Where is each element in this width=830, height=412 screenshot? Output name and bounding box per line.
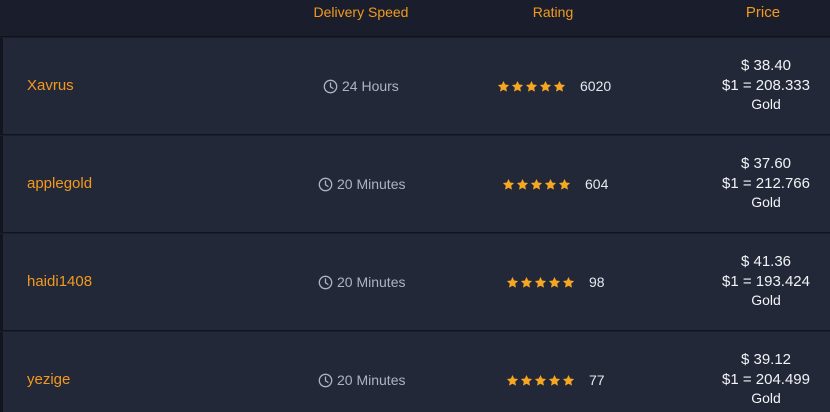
seller-link[interactable]: applegold <box>27 175 92 192</box>
price-amount: $ 38.40 <box>740 57 792 74</box>
exchange-rate: $1 = 212.766 <box>721 174 810 192</box>
rating: 604 <box>502 176 608 192</box>
delivery-speed: 20 Minutes <box>318 274 405 290</box>
seller-link[interactable]: Xavrus <box>27 77 74 94</box>
star-icon <box>558 178 571 191</box>
star-icon <box>506 374 519 387</box>
star-icon <box>520 276 533 289</box>
clock-icon <box>323 79 338 94</box>
seller-link[interactable]: haidi1408 <box>27 273 92 290</box>
header-price[interactable]: Price <box>703 4 823 21</box>
header-rating[interactable]: Rating <box>493 4 613 20</box>
currency-unit: Gold <box>751 292 781 308</box>
star-rating <box>506 374 575 387</box>
delivery-text: 20 Minutes <box>337 372 406 388</box>
seller-link[interactable]: yezige <box>27 371 70 388</box>
star-icon <box>544 178 557 191</box>
delivery-text: 24 Hours <box>342 78 399 94</box>
rating: 77 <box>506 372 605 388</box>
star-icon <box>534 374 547 387</box>
star-icon <box>511 80 524 93</box>
table-header: Delivery Speed Rating Price <box>0 0 830 37</box>
star-icon <box>548 276 561 289</box>
star-icon <box>502 178 515 191</box>
exchange-rate: $1 = 204.499 <box>721 370 810 388</box>
table-row[interactable]: yezige 20 Minutes 77 $ 39.12 $1 = 204.49… <box>0 332 830 412</box>
rating: 6020 <box>497 78 611 94</box>
currency-unit: Gold <box>751 96 781 112</box>
star-rating <box>502 178 571 191</box>
delivery-speed: 20 Minutes <box>318 372 405 388</box>
exchange-rate: $1 = 193.424 <box>721 272 810 290</box>
star-icon <box>530 178 543 191</box>
rating-count: 6020 <box>580 78 612 94</box>
star-rating <box>497 80 566 93</box>
star-icon <box>516 178 529 191</box>
star-icon <box>562 276 575 289</box>
star-icon <box>548 374 561 387</box>
rating-count: 604 <box>585 176 609 192</box>
currency-unit: Gold <box>751 390 781 406</box>
delivery-speed: 20 Minutes <box>318 176 405 192</box>
delivery-text: 20 Minutes <box>337 176 406 192</box>
price: $ 41.36 $1 = 193.424 Gold <box>703 252 829 311</box>
clock-icon <box>318 373 333 388</box>
rating: 98 <box>506 274 605 290</box>
clock-icon <box>318 275 333 290</box>
star-icon <box>539 80 552 93</box>
price-amount: $ 41.36 <box>740 253 792 270</box>
star-icon <box>534 276 547 289</box>
star-icon <box>520 374 533 387</box>
rating-count: 98 <box>589 274 605 290</box>
header-delivery-speed[interactable]: Delivery Speed <box>300 4 422 20</box>
table-row[interactable]: applegold 20 Minutes 604 $ 37.60 $1 = 21… <box>0 136 830 233</box>
clock-icon <box>318 177 333 192</box>
star-icon <box>553 80 566 93</box>
offers-table: Delivery Speed Rating Price Xavrus 24 Ho… <box>0 0 830 412</box>
table-row[interactable]: haidi1408 20 Minutes 98 $ 41.36 $1 = 193… <box>0 234 830 331</box>
table-row[interactable]: Xavrus 24 Hours 6020 $ 38.40 $1 = 208.33… <box>0 38 830 135</box>
delivery-text: 20 Minutes <box>337 274 406 290</box>
rating-count: 77 <box>589 372 605 388</box>
delivery-speed: 24 Hours <box>323 78 399 94</box>
star-icon <box>525 80 538 93</box>
price: $ 37.60 $1 = 212.766 Gold <box>703 154 829 213</box>
exchange-rate: $1 = 208.333 <box>721 76 810 94</box>
price: $ 38.40 $1 = 208.333 Gold <box>703 56 829 115</box>
price: $ 39.12 $1 = 204.499 Gold <box>703 350 829 409</box>
star-icon <box>506 276 519 289</box>
star-rating <box>506 276 575 289</box>
price-amount: $ 39.12 <box>740 351 792 368</box>
star-icon <box>562 374 575 387</box>
star-icon <box>497 80 510 93</box>
currency-unit: Gold <box>751 194 781 210</box>
price-amount: $ 37.60 <box>740 155 792 172</box>
